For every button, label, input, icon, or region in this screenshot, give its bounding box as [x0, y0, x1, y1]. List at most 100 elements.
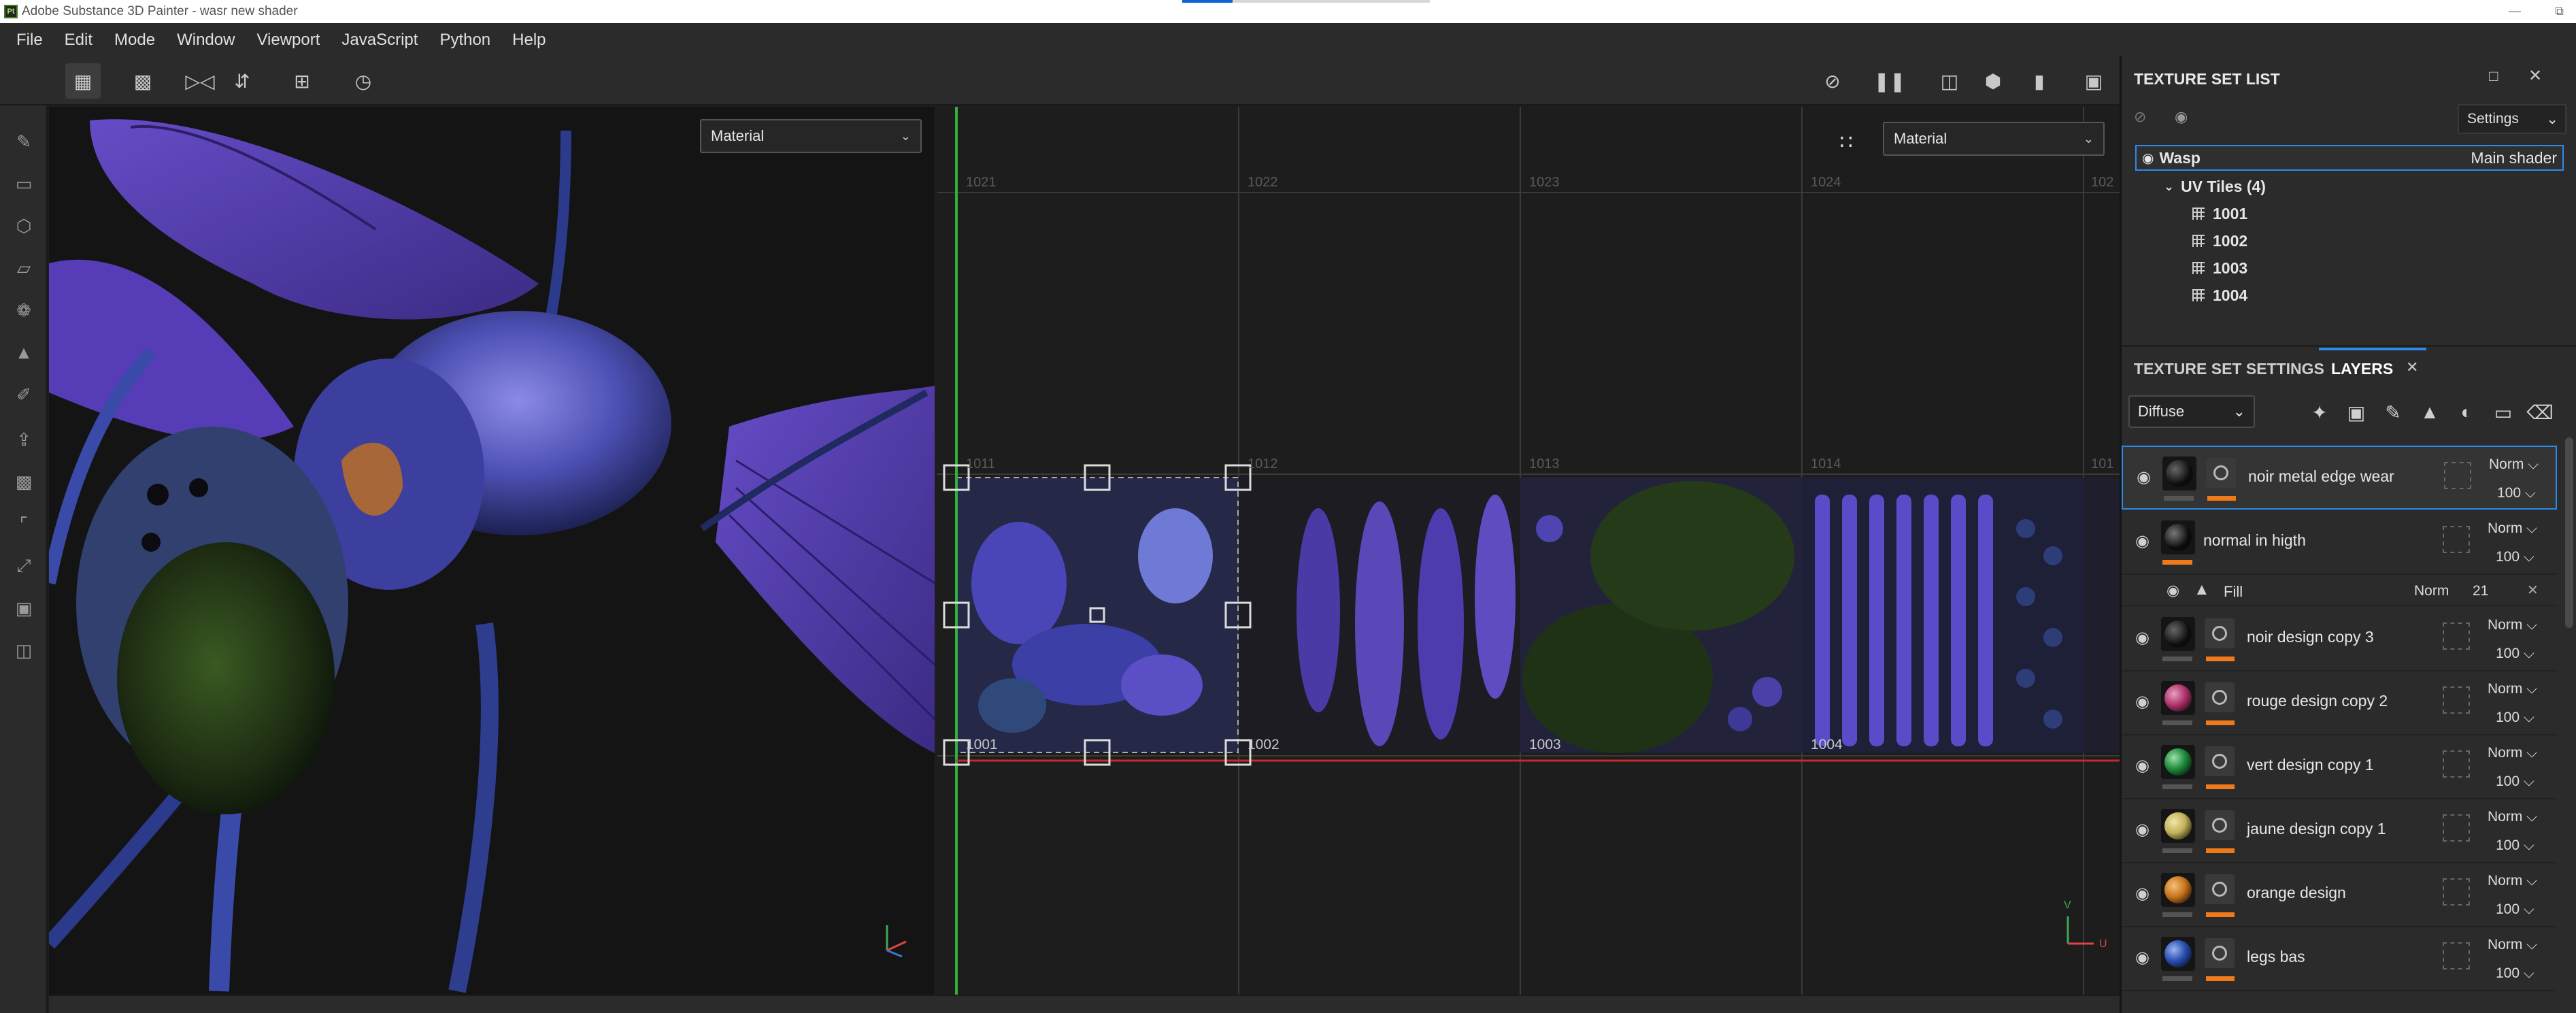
blend-mode-select[interactable]: Norm ⌵: [2488, 681, 2537, 697]
bake-icon[interactable]: ▩: [8, 466, 39, 497]
uv-tile-item[interactable]: 1001: [2192, 201, 2576, 227]
tab-layers[interactable]: LAYERS: [2331, 360, 2393, 378]
eye-icon[interactable]: ◉: [2175, 108, 2188, 126]
visibility-eye-icon[interactable]: ◉: [2135, 948, 2150, 967]
menu-edit[interactable]: Edit: [54, 31, 103, 50]
opacity-value[interactable]: 100 ⌵: [2496, 837, 2535, 854]
export-icon[interactable]: ⇪: [8, 424, 39, 455]
opacity-value[interactable]: 21: [2473, 583, 2488, 599]
menu-window[interactable]: Window: [166, 31, 246, 50]
pause-icon[interactable]: ❚❚: [1872, 63, 1907, 99]
blend-mode-select[interactable]: Norm ⌵: [2488, 937, 2537, 953]
mask-icon[interactable]: [2205, 810, 2235, 840]
viewport3d-channel-select[interactable]: Material ⌄: [700, 119, 922, 153]
texture-set-settings-select[interactable]: Settings ⌄: [2458, 104, 2566, 134]
mask-icon[interactable]: [2205, 746, 2235, 776]
visibility-eye-icon[interactable]: ◉: [2135, 692, 2150, 712]
clone-stamp-icon[interactable]: ▲: [8, 337, 39, 368]
layer-row[interactable]: ◉ orange design Norm ⌵ 100 ⌵: [2122, 863, 2557, 927]
display-settings-icon[interactable]: ◫: [8, 635, 39, 666]
add-folder-icon[interactable]: ▭: [2488, 397, 2519, 428]
mirror-vertical-icon[interactable]: ⇵: [224, 63, 260, 99]
opacity-value[interactable]: 100 ⌵: [2496, 710, 2535, 726]
mask-icon[interactable]: [2205, 938, 2235, 968]
polygon-fill-icon[interactable]: ▱: [8, 252, 39, 284]
viewport2d-channel-select[interactable]: Material ⌄: [1883, 122, 2105, 156]
opacity-value[interactable]: 100 ⌵: [2496, 549, 2535, 565]
blend-mode-select[interactable]: Norm ⌵: [2489, 456, 2539, 473]
opacity-value[interactable]: 100 ⌵: [2497, 485, 2536, 501]
menu-viewport[interactable]: Viewport: [246, 31, 331, 50]
menu-javascript[interactable]: JavaScript: [331, 31, 429, 50]
transform-icon[interactable]: ⤢: [8, 550, 39, 582]
add-fill-layer-icon[interactable]: ▲: [2414, 397, 2445, 428]
shelf-icon[interactable]: ▣: [8, 593, 39, 624]
uv-tile-item[interactable]: 1004: [2192, 282, 2576, 308]
uv-tiles-group[interactable]: ⌄ UV Tiles (4): [2164, 173, 2576, 199]
opacity-value[interactable]: 100 ⌵: [2496, 646, 2535, 662]
visibility-eye-icon[interactable]: ◉: [2135, 531, 2150, 551]
eraser-icon[interactable]: ▭: [8, 168, 39, 199]
opacity-value[interactable]: 100 ⌵: [2496, 965, 2535, 982]
minimize-icon[interactable]: —: [2509, 4, 2521, 18]
layer-row[interactable]: ◉ rouge design copy 2 Norm ⌵ 100 ⌵: [2122, 671, 2557, 735]
paint-brush-icon[interactable]: ✎: [8, 126, 39, 157]
add-tile-icon[interactable]: ⊞: [284, 63, 320, 99]
tile-grid-icon[interactable]: ▩: [125, 63, 161, 99]
blend-mode-select[interactable]: Norm ⌵: [2488, 520, 2537, 537]
add-paint-layer-icon[interactable]: ✎: [2377, 397, 2409, 428]
visibility-eye-icon[interactable]: ◉: [2167, 582, 2179, 599]
close-icon[interactable]: ✕: [2528, 66, 2542, 86]
restore-icon[interactable]: ⧉: [2555, 4, 2564, 18]
eye-icon[interactable]: ◉: [2142, 150, 2154, 167]
visibility-eye-icon[interactable]: ◉: [2135, 820, 2150, 840]
blend-mode-select[interactable]: Norm ⌵: [2488, 617, 2537, 633]
opacity-value[interactable]: 100 ⌵: [2496, 774, 2535, 790]
projection-icon[interactable]: ⬡: [8, 210, 39, 242]
select-mode-icon[interactable]: ▦: [65, 63, 101, 99]
screenshot-icon[interactable]: ▣: [2076, 63, 2111, 99]
layer-channel-select[interactable]: Diffuse ⌄: [2128, 395, 2255, 428]
add-effect-icon[interactable]: ✦: [2304, 397, 2335, 428]
visibility-eye-icon[interactable]: ◉: [2137, 467, 2151, 487]
add-mask-icon[interactable]: ▣: [2341, 397, 2372, 428]
menu-file[interactable]: File: [5, 31, 54, 50]
visibility-eye-icon[interactable]: ◉: [2135, 628, 2150, 648]
camera-icon[interactable]: ▮: [2022, 63, 2057, 99]
undock-icon[interactable]: □: [2489, 67, 2498, 85]
smart-material-icon[interactable]: ◐: [2451, 397, 2482, 428]
measure-icon[interactable]: ⌜: [8, 508, 39, 539]
blend-mode-select[interactable]: Norm ⌵: [2488, 873, 2537, 889]
visibility-eye-icon[interactable]: ◉: [2135, 884, 2150, 903]
close-tab-icon[interactable]: ✕: [2406, 359, 2418, 376]
mask-icon[interactable]: [2205, 874, 2235, 904]
opacity-value[interactable]: 100 ⌵: [2496, 901, 2535, 918]
reset-view-icon[interactable]: ◷: [346, 63, 381, 99]
split-view-icon[interactable]: ◫: [1932, 63, 1967, 99]
color-picker-icon[interactable]: ✐: [8, 379, 39, 410]
menu-python[interactable]: Python: [429, 31, 501, 50]
texture-set-row-wasp[interactable]: ◉ Wasp Main shader: [2135, 145, 2564, 171]
layer-row[interactable]: ◉ noir design copy 3 Norm ⌵ 100 ⌵: [2122, 608, 2557, 671]
close-icon[interactable]: ✕: [2527, 582, 2539, 599]
delete-layer-icon[interactable]: ⌫: [2524, 397, 2556, 428]
layer-row[interactable]: ◉ jaune design copy 1 Norm ⌵ 100 ⌵: [2122, 799, 2557, 863]
layer-row[interactable]: ◉ normal in higth Norm ⌵ 100 ⌵: [2122, 511, 2557, 575]
layer-row[interactable]: ◉ legs bas Norm ⌵ 100 ⌵: [2122, 927, 2557, 991]
blend-mode-select[interactable]: Norm: [2414, 583, 2449, 599]
fill-effect-row[interactable]: ◉ ▲ Fill Norm 21 ✕: [2122, 575, 2557, 606]
layer-row[interactable]: ◉ vert design copy 1 Norm ⌵ 100 ⌵: [2122, 735, 2557, 799]
menu-help[interactable]: Help: [501, 31, 556, 50]
visibility-eye-icon[interactable]: ◉: [2135, 756, 2150, 776]
display-mode-cube-icon[interactable]: ⬢: [1975, 63, 2011, 99]
blend-mode-select[interactable]: Norm ⌵: [2488, 809, 2537, 825]
mirror-horizontal-icon[interactable]: ▷◁: [182, 63, 218, 99]
menu-mode[interactable]: Mode: [103, 31, 166, 50]
uv-tile-item[interactable]: 1003: [2192, 255, 2576, 281]
layer-row[interactable]: ◉ noir metal edge wear Norm ⌵ 100 ⌵: [2122, 446, 2557, 510]
tab-texture-set-settings[interactable]: TEXTURE SET SETTINGS: [2134, 360, 2324, 378]
blend-mode-select[interactable]: Norm ⌵: [2488, 745, 2537, 761]
mask-icon[interactable]: [2205, 618, 2235, 648]
viewer-settings-icon[interactable]: ∷: [1833, 129, 1860, 156]
viewport-3d[interactable]: Material ⌄: [49, 107, 935, 995]
